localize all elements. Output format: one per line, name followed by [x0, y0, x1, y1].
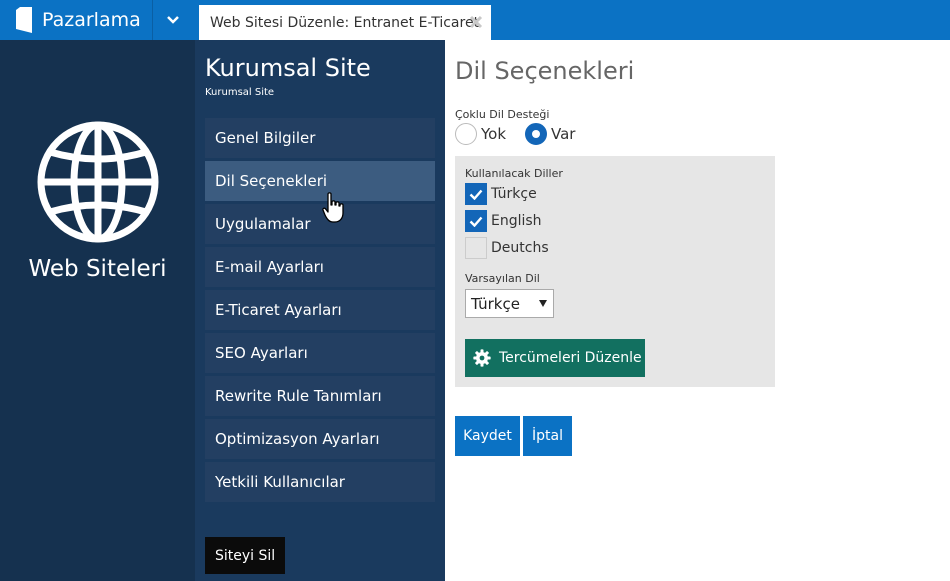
site-title: Kurumsal Site — [205, 54, 371, 82]
menu-item-ecommerce-settings[interactable]: E-Ticaret Ayarları — [205, 290, 435, 330]
language-english-checkbox[interactable] — [465, 210, 487, 232]
menu-item-label: Dil Seçenekleri — [215, 172, 328, 190]
chevron-down-icon — [167, 16, 179, 24]
rail-title: Web Siteleri — [28, 256, 167, 282]
edit-translations-button[interactable]: Tercümeleri Düzenle — [465, 339, 645, 377]
language-turkish-label: Türkçe — [491, 186, 537, 202]
radio-yes-label: Var — [551, 125, 576, 143]
menu-item-optimization-settings[interactable]: Optimizasyon Ayarları — [205, 419, 435, 459]
default-language-select[interactable]: Türkçe — [465, 289, 554, 318]
language-english-row[interactable]: English — [465, 210, 542, 232]
menu-item-general-info[interactable]: Genel Bilgiler — [205, 118, 435, 158]
menu-item-label: Optimizasyon Ayarları — [215, 430, 380, 448]
brand[interactable]: Pazarlama — [0, 0, 152, 40]
close-icon[interactable] — [469, 15, 483, 29]
delete-site-button[interactable]: Siteyi Sil — [205, 537, 286, 574]
languages-panel: Kullanılacak Diller Türkçe English Deutc… — [455, 156, 775, 387]
radio-no[interactable]: Yok — [455, 123, 506, 145]
brand-name: Pazarlama — [42, 9, 141, 31]
menu-item-label: E-mail Ayarları — [215, 258, 324, 276]
menu-item-label: SEO Ayarları — [215, 344, 308, 362]
radio-no-label: Yok — [481, 125, 507, 143]
settings-menu-panel: Kurumsal Site Kurumsal Site Genel Bilgil… — [195, 40, 445, 581]
menu-item-language-options[interactable]: Dil Seçenekleri — [205, 161, 435, 201]
tab-edit-website[interactable]: Web Sitesi Düzenle: Entranet E-Ticaret — [199, 5, 491, 40]
language-english-label: English — [491, 213, 542, 229]
checkmark-icon — [469, 189, 483, 200]
menu-item-label: Rewrite Rule Tanımları — [215, 387, 382, 405]
menu-item-email-settings[interactable]: E-mail Ayarları — [205, 247, 435, 287]
language-german-row[interactable]: Deutchs — [465, 237, 549, 259]
tab-title: Web Sitesi Düzenle: Entranet E-Ticaret — [210, 14, 480, 31]
default-language-value: Türkçe — [471, 294, 520, 313]
menu-item-applications[interactable]: Uygulamalar — [205, 204, 435, 244]
default-language-label: Varsayılan Dil — [465, 272, 540, 285]
globe-icon — [37, 121, 159, 243]
left-rail: Web Siteleri — [0, 40, 195, 581]
menu-item-label: E-Ticaret Ayarları — [215, 301, 342, 319]
language-german-label: Deutchs — [491, 240, 549, 256]
multi-language-label: Çoklu Dil Desteği — [455, 108, 550, 121]
menu-item-rewrite-rules[interactable]: Rewrite Rule Tanımları — [205, 376, 435, 416]
language-turkish-checkbox[interactable] — [465, 183, 487, 205]
save-button[interactable]: Kaydet — [455, 416, 520, 456]
hand-pointer-icon — [322, 192, 344, 223]
languages-label: Kullanılacak Diller — [465, 167, 563, 180]
top-bar: Pazarlama Web Sitesi Düzenle: Entranet E… — [0, 0, 950, 40]
menu-item-label: Uygulamalar — [215, 215, 311, 233]
menu-item-label: Yetkili Kullanıcılar — [215, 473, 345, 491]
menu-item-authorized-users[interactable]: Yetkili Kullanıcılar — [205, 462, 435, 502]
cancel-button[interactable]: İptal — [523, 416, 572, 456]
page-title: Dil Seçenekleri — [455, 57, 635, 85]
dropdown-arrow-icon — [539, 300, 547, 307]
edit-translations-label: Tercümeleri Düzenle — [499, 350, 642, 366]
radio-no-circle[interactable] — [455, 123, 477, 145]
radio-yes[interactable]: Var — [525, 123, 575, 145]
language-turkish-row[interactable]: Türkçe — [465, 183, 537, 205]
language-german-checkbox[interactable] — [465, 237, 487, 259]
gear-icon — [473, 349, 491, 367]
radio-yes-circle[interactable] — [525, 123, 547, 145]
checkmark-icon — [469, 216, 483, 227]
bookmark-logo-icon — [16, 7, 32, 33]
module-toggle-button[interactable] — [153, 0, 193, 40]
menu-item-seo-settings[interactable]: SEO Ayarları — [205, 333, 435, 373]
site-subtitle: Kurumsal Site — [205, 87, 275, 98]
menu-item-label: Genel Bilgiler — [215, 129, 316, 147]
